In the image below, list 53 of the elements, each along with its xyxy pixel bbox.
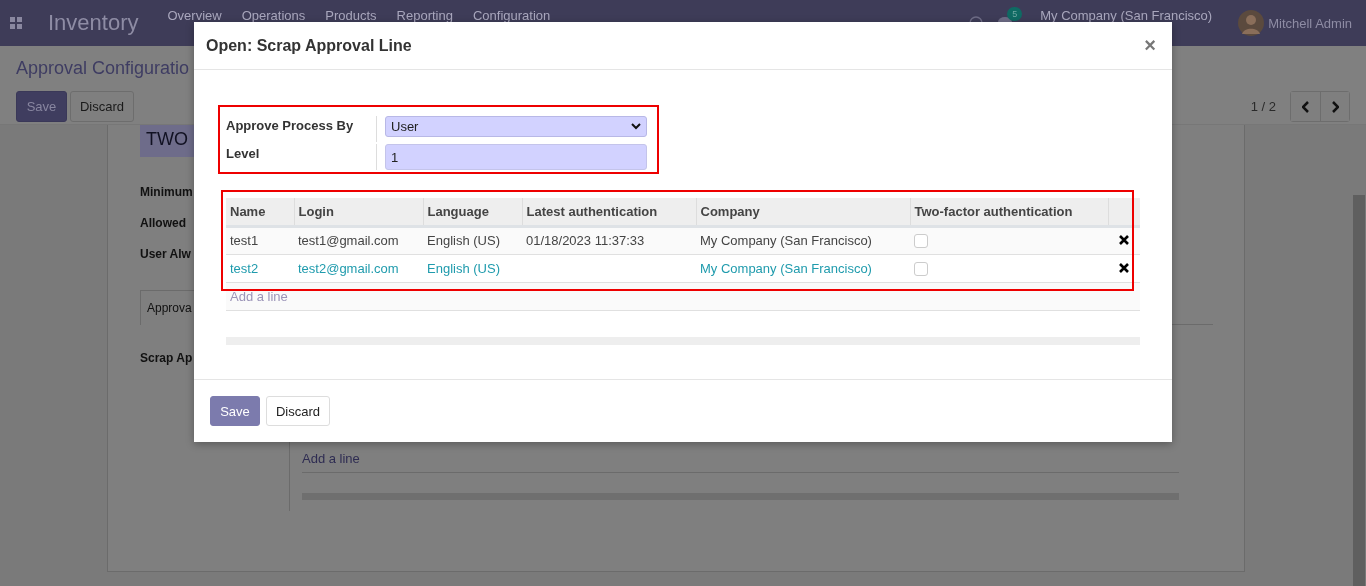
menu-item[interactable]: Reporting <box>396 7 453 23</box>
field-label: User Alw <box>140 247 191 263</box>
dialog-title: Open: Scrap Approval Line <box>206 36 413 55</box>
close-button[interactable]: × <box>1140 34 1160 57</box>
apps-grid-icon[interactable] <box>10 17 22 29</box>
table-cell: test2 <box>226 254 294 282</box>
table-cell: My Company (San Francisco) <box>696 254 910 282</box>
column-header[interactable]: Login <box>294 198 423 226</box>
field-label: Scrap Ap <box>140 351 193 365</box>
user-menu[interactable]: Mitchell Admin <box>1268 15 1352 31</box>
record-title: TWO <box>140 125 194 157</box>
app-name: Inventory <box>48 10 139 36</box>
checkbox[interactable] <box>914 234 928 249</box>
avatar-icon[interactable] <box>1238 10 1265 36</box>
discard-button[interactable]: Discard <box>70 91 134 122</box>
delete-icon[interactable] <box>1119 262 1129 273</box>
table-cell: test2@gmail.com <box>294 254 423 282</box>
column-header[interactable]: Name <box>226 198 294 226</box>
chevron-right-icon <box>1331 100 1339 113</box>
add-line-link[interactable]: Add a line <box>302 451 1179 473</box>
discard-button[interactable]: Discard <box>266 396 330 426</box>
column-header[interactable]: Latest authentication <box>522 198 696 226</box>
next-button[interactable] <box>1320 92 1349 121</box>
table-cell: test1@gmail.com <box>294 226 423 254</box>
column-header[interactable]: Language <box>423 198 522 226</box>
delete-icon[interactable] <box>1119 235 1129 245</box>
add-line-link[interactable]: Add a line <box>230 288 288 304</box>
table-cell: My Company (San Francisco) <box>696 226 910 254</box>
breadcrumb: Approval Configuratio <box>16 58 191 79</box>
input-field[interactable]: 1 <box>385 144 647 170</box>
caret-icon <box>631 123 641 130</box>
field-label: Approve Process By <box>226 117 355 135</box>
field-label: Minimum <box>140 185 193 201</box>
column-header[interactable]: Two-factor authentication <box>910 198 1108 226</box>
menu-item[interactable]: Configuration <box>472 7 551 23</box>
table-cell: English (US) <box>423 254 522 282</box>
menu-item[interactable]: Products <box>325 7 377 23</box>
chevron-left-icon <box>1301 100 1310 113</box>
menu-item[interactable]: Operations <box>241 7 306 23</box>
table-cell: 01/18/2023 11:37:33 <box>522 226 696 254</box>
save-button[interactable]: Save <box>210 396 260 426</box>
table-cell: test1 <box>226 226 294 254</box>
select-field[interactable]: User <box>385 116 647 137</box>
save-button[interactable]: Save <box>16 91 67 122</box>
field-label: Allowed <box>140 216 186 232</box>
menu-item[interactable]: Overview <box>167 7 222 23</box>
field-label: Level <box>226 145 261 163</box>
checkbox[interactable] <box>914 261 928 276</box>
notification-badge: 5 <box>1007 7 1023 21</box>
pager-value: 1 / 2 <box>1250 99 1276 114</box>
column-header[interactable]: Company <box>696 198 910 226</box>
scrollbar-thumb[interactable] <box>1353 195 1365 586</box>
table-cell: English (US) <box>423 226 522 254</box>
